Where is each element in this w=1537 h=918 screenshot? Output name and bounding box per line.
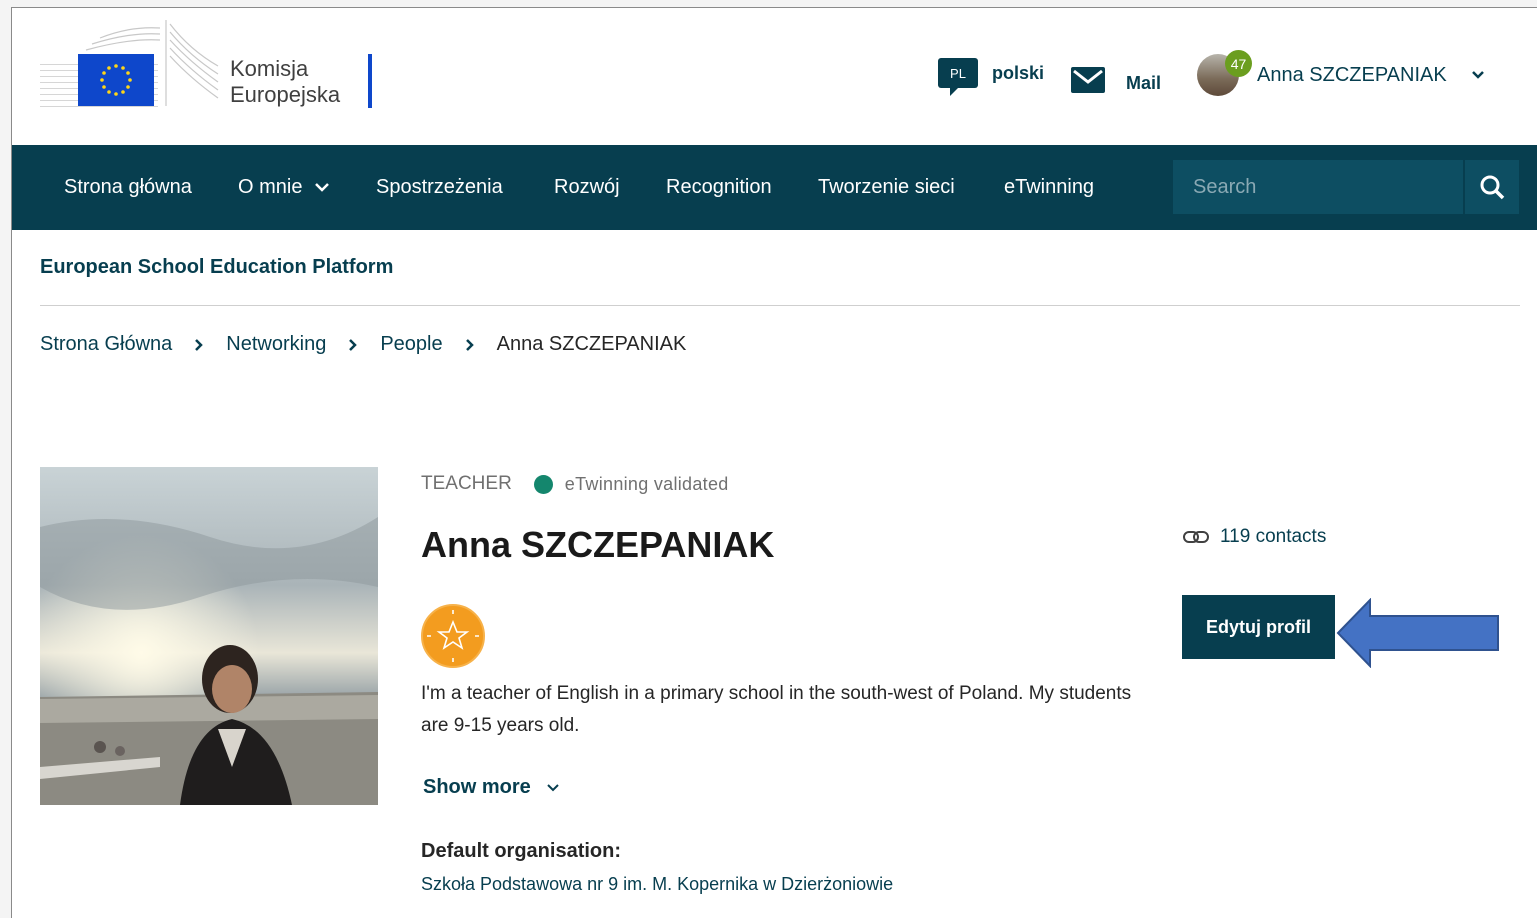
user-name: Anna SZCZEPANIAK [1257, 63, 1447, 86]
user-menu[interactable]: 47 Anna SZCZEPANIAK [1197, 50, 1485, 96]
chevron-right-icon [348, 338, 358, 352]
nav-item-home[interactable]: Strona główna [64, 145, 192, 230]
chevron-down-icon [547, 783, 559, 791]
breadcrumb-current: Anna SZCZEPANIAK [496, 333, 687, 355]
speech-bubble-icon: PL [938, 58, 978, 96]
link-icon [1183, 531, 1209, 543]
validation-status: eTwinning validated [564, 473, 729, 494]
profile-photo [40, 467, 378, 805]
nav-item-about-me[interactable]: O mnie [238, 145, 330, 230]
mail-icon [1071, 67, 1105, 93]
language-selector[interactable]: PL polski [938, 58, 1045, 96]
avatar: 47 [1197, 50, 1252, 96]
nav-item-development[interactable]: Rozwój [554, 145, 620, 230]
logo-text-line1: Komisja [230, 56, 309, 81]
contacts-count: 119 contacts [1220, 526, 1327, 547]
profile-bio: I'm a teacher of English in a primary sc… [421, 683, 1132, 736]
chevron-down-icon [1471, 71, 1484, 79]
nav-item-etwinning[interactable]: eTwinning [1004, 145, 1094, 230]
logo-divider [368, 54, 372, 108]
profile-name: Anna SZCZEPANIAK [421, 524, 775, 565]
site-title[interactable]: European School Education Platform [40, 256, 393, 279]
role-label: TEACHER [421, 473, 512, 494]
nav-item-about-me-label: O mnie [238, 176, 303, 198]
logo-text: Komisja Europejska [230, 56, 340, 108]
role-row: TEACHER eTwinning validated [421, 473, 729, 495]
search-input[interactable] [1173, 160, 1463, 214]
nav-item-recognition[interactable]: Recognition [666, 145, 772, 230]
nav-item-networking[interactable]: Tworzenie sieci [818, 145, 955, 230]
breadcrumb-home[interactable]: Strona Główna [40, 333, 172, 356]
eu-flag-icon [40, 20, 219, 107]
search-box [1173, 160, 1463, 214]
browser-viewport: Komisja Europejska PL polski Mail 47 Ann… [11, 7, 1537, 918]
chevron-right-icon [194, 338, 204, 352]
breadcrumb-people[interactable]: People [380, 333, 442, 356]
org-link[interactable]: Szkoła Podstawowa nr 9 im. M. Kopernika … [421, 874, 893, 895]
contacts-link[interactable]: 119 contacts [1182, 526, 1326, 548]
breadcrumb: Strona Główna Networking People Anna SZC… [40, 333, 686, 356]
show-more-label: Show more [423, 776, 531, 798]
chevron-down-icon [315, 183, 329, 192]
main-navigation: Strona główna O mnie Spostrzeżenia Rozwó… [12, 145, 1537, 230]
validated-dot-icon [533, 474, 553, 494]
notification-badge: 47 [1225, 50, 1252, 77]
mail-link[interactable]: Mail [1070, 59, 1161, 94]
nav-item-insights[interactable]: Spostrzeżenia [376, 145, 503, 230]
logo-text-line2: Europejska [230, 82, 341, 107]
show-more-button[interactable]: Show more [423, 776, 559, 799]
breadcrumb-networking[interactable]: Networking [226, 333, 326, 356]
star-badge-icon[interactable] [421, 604, 485, 673]
arrow-left-icon [1336, 598, 1499, 668]
chevron-right-icon [465, 338, 475, 352]
search-icon [1480, 175, 1505, 200]
divider [40, 305, 1520, 306]
search-button[interactable] [1465, 160, 1519, 214]
mail-label: Mail [1126, 73, 1162, 93]
language-label: polski [992, 62, 1045, 83]
edit-profile-button[interactable]: Edytuj profil [1182, 595, 1335, 659]
language-code: PL [950, 65, 966, 81]
org-label: Default organisation: [421, 840, 622, 862]
